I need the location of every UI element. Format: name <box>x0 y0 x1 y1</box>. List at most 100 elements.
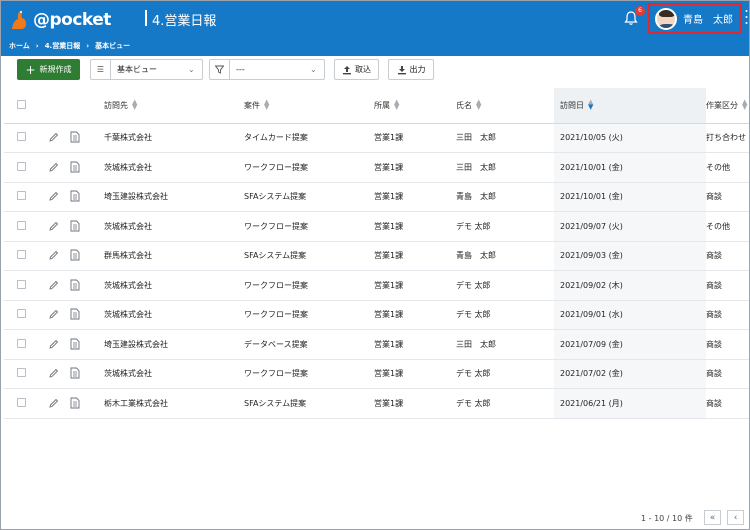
row-checkbox[interactable] <box>17 250 26 260</box>
pencil-icon[interactable] <box>46 249 60 263</box>
export-button[interactable]: 出力 <box>388 59 434 80</box>
table-row[interactable]: 埼玉建設株式会社 SFAシステム提案 営業1課 青島 太郎 2021/10/01 (金)… <box>4 182 749 212</box>
cell-type: その他 <box>706 211 749 242</box>
filter-icon <box>210 60 230 79</box>
document-icon[interactable] <box>68 366 82 380</box>
more-menu-icon[interactable] <box>745 7 748 27</box>
breadcrumb-home[interactable]: ホーム <box>9 41 30 51</box>
sort-icon: ▲ ▼ <box>264 98 270 112</box>
cell-dept: 営業1課 <box>374 388 456 419</box>
cell-name: 三田 太郎 <box>456 329 554 360</box>
cell-date: 2021/07/02 (金) <box>554 359 706 389</box>
select-all-checkbox[interactable] <box>17 99 26 109</box>
table-row[interactable]: 栃木工業株式会社 SFAシステム提案 営業1課 デモ 太郎 2021/06/21 (月)… <box>4 388 749 419</box>
column-header-client[interactable]: 訪問先 ▲ ▼ <box>104 88 244 124</box>
cell-name: 三田 太郎 <box>456 152 554 183</box>
column-header-dept[interactable]: 所属 ▲ ▼ <box>374 88 456 124</box>
previous-page-button[interactable]: ‹ <box>727 510 744 525</box>
double-chevron-left-icon: « <box>709 512 716 523</box>
breadcrumb-separator-icon: › <box>86 42 90 50</box>
cell-dept: 営業1課 <box>374 359 456 389</box>
row-checkbox[interactable] <box>17 338 26 348</box>
row-checkbox[interactable] <box>17 191 26 201</box>
table-row[interactable]: 茨城株式会社 ワークフロー提案 営業1課 デモ 太郎 2021/09/02 (木) 商談 <box>4 270 749 301</box>
cell-project: SFAシステム提案 <box>244 182 374 212</box>
breadcrumb-app[interactable]: 4.営業日報 <box>45 41 81 51</box>
cell-dept: 営業1課 <box>374 182 456 212</box>
document-icon[interactable] <box>68 337 82 351</box>
cell-project: SFAシステム提案 <box>244 388 374 419</box>
row-checkbox[interactable] <box>17 279 26 289</box>
row-checkbox[interactable] <box>17 132 26 142</box>
import-button[interactable]: 取込 <box>334 59 379 80</box>
cell-client: 茨城株式会社 <box>104 270 244 301</box>
column-header-name[interactable]: 氏名 ▲ ▼ <box>456 88 554 124</box>
table-row[interactable]: 茨城株式会社 ワークフロー提案 営業1課 デモ 太郎 2021/07/02 (金) 商談 <box>4 359 749 389</box>
cell-type: 商談 <box>706 241 749 271</box>
document-icon[interactable] <box>68 130 82 144</box>
breadcrumb-view: 基本ビュー <box>95 42 131 50</box>
document-icon[interactable] <box>68 189 82 203</box>
document-icon[interactable] <box>68 396 82 410</box>
cell-date: 2021/06/21 (月) <box>554 388 706 419</box>
pencil-icon[interactable] <box>46 337 60 351</box>
app-header: @pocket 4.営業日報 ホーム › 4.営業日報 › 基本ビュー 6 青島… <box>1 1 749 56</box>
table-row[interactable]: 茨城株式会社 ワークフロー提案 営業1課 三田 太郎 2021/10/01 (金) その他 <box>4 152 749 183</box>
row-checkbox[interactable] <box>17 220 26 230</box>
chevron-left-icon: ‹ <box>733 512 738 523</box>
document-icon[interactable] <box>68 278 82 292</box>
cell-type: その他 <box>706 152 749 183</box>
pencil-icon[interactable] <box>46 278 60 292</box>
cell-client: 茨城株式会社 <box>104 152 244 183</box>
pencil-icon[interactable] <box>46 367 60 381</box>
column-header-type[interactable]: 作業区分 ▲ ▼ <box>706 88 749 124</box>
document-icon[interactable] <box>68 160 82 174</box>
app-logo[interactable]: @pocket <box>9 6 111 34</box>
table-row[interactable]: 埼玉建設株式会社 データベース提案 営業1課 三田 太郎 2021/07/09 (金) 商… <box>4 329 749 360</box>
cell-dept: 営業1課 <box>374 300 456 330</box>
cell-project: ワークフロー提案 <box>244 359 374 389</box>
view-select[interactable]: ☰ 基本ビュー ⌄ <box>90 59 203 80</box>
new-record-button[interactable]: + 新規作成 <box>17 59 80 80</box>
pencil-icon[interactable] <box>46 219 60 233</box>
cell-dept: 営業1課 <box>374 123 456 153</box>
column-header-date[interactable]: 訪問日 ▲ ▼ <box>554 88 706 124</box>
cell-dept: 営業1課 <box>374 152 456 183</box>
chevron-down-icon: ⌄ <box>310 65 317 74</box>
cell-dept: 営業1課 <box>374 270 456 301</box>
document-icon[interactable] <box>68 307 82 321</box>
row-checkbox[interactable] <box>17 309 26 319</box>
cell-date: 2021/10/05 (火) <box>554 123 706 153</box>
pencil-icon[interactable] <box>46 160 60 174</box>
column-header-project[interactable]: 案件 ▲ ▼ <box>244 88 374 124</box>
table-row[interactable]: 千葉株式会社 タイムカード提案 営業1課 三田 太郎 2021/10/05 (火) 打ち合… <box>4 123 749 153</box>
table-row[interactable]: 群馬株式会社 SFAシステム提案 営業1課 青島 太郎 2021/09/03 (金) 商談 <box>4 241 749 271</box>
row-checkbox[interactable] <box>17 397 26 407</box>
cell-type: 打ち合わせ <box>706 123 749 153</box>
pencil-icon[interactable] <box>46 308 60 322</box>
table-row[interactable]: 茨城株式会社 ワークフロー提案 営業1課 デモ 太郎 2021/09/01 (水) 商談 <box>4 300 749 330</box>
breadcrumb-separator-icon: › <box>35 42 39 50</box>
row-checkbox[interactable] <box>17 161 26 171</box>
cell-name: デモ 太郎 <box>456 270 554 301</box>
cell-name: デモ 太郎 <box>456 300 554 330</box>
user-menu[interactable]: 青島 太郎 <box>648 3 742 34</box>
avatar <box>655 7 677 30</box>
pencil-icon[interactable] <box>46 396 60 410</box>
cell-type: 商談 <box>706 388 749 419</box>
cell-name: デモ 太郎 <box>456 359 554 389</box>
pencil-icon[interactable] <box>46 131 60 145</box>
table-row[interactable]: 茨城株式会社 ワークフロー提案 営業1課 デモ 太郎 2021/09/07 (火) その他 <box>4 211 749 242</box>
document-icon[interactable] <box>68 219 82 233</box>
first-page-button[interactable]: « <box>704 510 721 525</box>
filter-select[interactable]: --- ⌄ <box>209 59 325 80</box>
cell-type: 商談 <box>706 182 749 212</box>
pencil-icon[interactable] <box>46 190 60 204</box>
cell-name: 青島 太郎 <box>456 182 554 212</box>
row-checkbox[interactable] <box>17 368 26 378</box>
breadcrumb: ホーム › 4.営業日報 › 基本ビュー <box>9 41 130 51</box>
cell-date: 2021/09/03 (金) <box>554 241 706 271</box>
document-icon[interactable] <box>68 248 82 262</box>
table-footer: 1 - 10 / 10 件 « ‹ <box>1 509 749 529</box>
cell-client: 埼玉建設株式会社 <box>104 182 244 212</box>
